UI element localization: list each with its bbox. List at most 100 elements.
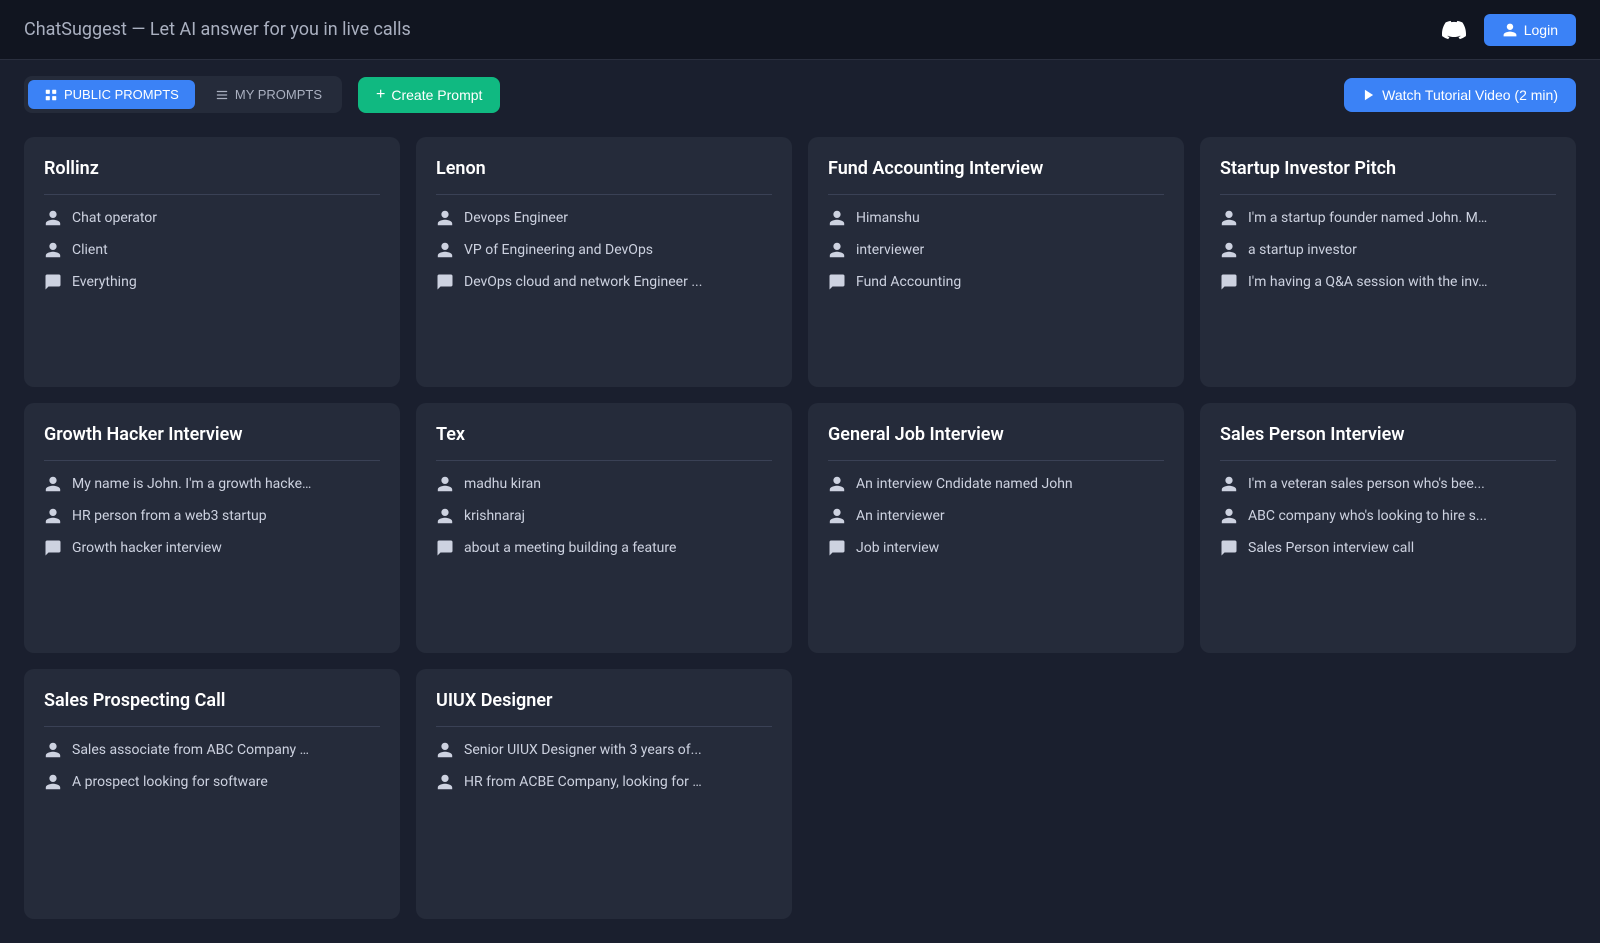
card-row-text: Client [72,241,108,261]
person-icon [436,209,454,231]
chat-icon [828,539,846,561]
card-row: HR from ACBE Company, looking for hi... [436,773,772,795]
card-row: Senior UIUX Designer with 3 years of... [436,741,772,763]
card-row: about a meeting building a feature [436,539,772,561]
card-row: Client [44,241,380,263]
tab-group: PUBLIC PROMPTS MY PROMPTS [24,76,342,113]
person-icon [44,241,62,263]
card-row-text: Fund Accounting [856,273,961,293]
card-row-text: Himanshu [856,209,920,229]
card-row-text: Job interview [856,539,939,559]
chat-icon [828,273,846,295]
person-icon [44,209,62,231]
card-row: ABC company who's looking to hire s... [1220,507,1556,529]
card-row-text: HR from ACBE Company, looking for hi... [464,773,704,793]
prompt-card[interactable]: Sales Prospecting CallSales associate fr… [24,669,400,919]
chat-icon [1220,273,1238,295]
card-row: Sales associate from ABC Company t... [44,741,380,763]
card-row: interviewer [828,241,1164,263]
chat-icon [44,273,62,295]
person-icon [44,475,62,497]
card-row-text: Sales Person interview call [1248,539,1414,559]
card-row-text: Growth hacker interview [72,539,222,559]
prompt-card[interactable]: Fund Accounting Interview Himanshu intervi… [808,137,1184,387]
card-title: Sales Person Interview [1220,423,1556,446]
chat-icon [436,273,454,295]
watch-label: Watch Tutorial Video (2 min) [1382,87,1558,103]
prompt-card[interactable]: Startup Investor Pitch I'm a startup foun… [1200,137,1576,387]
logo-text: ChatSuggest [24,19,127,40]
chat-icon [436,539,454,561]
prompt-card[interactable]: LenonDevops EngineerVP of Engineering an… [416,137,792,387]
tab-public-prompts[interactable]: PUBLIC PROMPTS [28,80,195,109]
logo-tagline: — Let AI answer for you in live calls [131,19,410,40]
card-divider [1220,194,1556,195]
person-icon [436,741,454,763]
person-icon [44,507,62,529]
watch-tutorial-button[interactable]: Watch Tutorial Video (2 min) [1344,78,1576,112]
tab-my-label: MY PROMPTS [235,87,322,102]
person-icon [828,507,846,529]
prompt-card[interactable]: Growth Hacker InterviewMy name is John. … [24,403,400,653]
card-divider [436,194,772,195]
tab-public-label: PUBLIC PROMPTS [64,87,179,102]
tab-my-prompts[interactable]: MY PROMPTS [199,80,338,109]
card-row: Growth hacker interview [44,539,380,561]
card-row-text: about a meeting building a feature [464,539,676,559]
card-row-text: ABC company who's looking to hire s... [1248,507,1487,527]
cards-grid: Rollinz Chat operator Client Everything Leno… [0,129,1600,943]
card-divider [44,194,380,195]
card-row: krishnaraj [436,507,772,529]
card-row-text: Devops Engineer [464,209,568,229]
header: ChatSuggest — Let AI answer for you in l… [0,0,1600,60]
login-button[interactable]: Login [1484,14,1576,46]
prompt-card[interactable]: General Job InterviewAn interview Cndida… [808,403,1184,653]
prompt-card[interactable]: Texmadhu kirankrishnarajabout a meeting … [416,403,792,653]
card-title: Startup Investor Pitch [1220,157,1556,180]
prompt-card[interactable]: Rollinz Chat operator Client Everything [24,137,400,387]
prompt-card[interactable]: Sales Person Interview I'm a veteran sale… [1200,403,1576,653]
card-title: UIUX Designer [436,689,772,712]
card-row-text: VP of Engineering and DevOps [464,241,653,261]
login-label: Login [1524,22,1558,38]
card-title: Rollinz [44,157,380,180]
card-divider [436,726,772,727]
card-row: I'm a startup founder named John. M... [1220,209,1556,231]
card-row-text: My name is John. I'm a growth hacke... [72,475,312,495]
card-row: Everything [44,273,380,295]
card-title: Fund Accounting Interview [828,157,1164,180]
card-title: General Job Interview [828,423,1164,446]
card-row: An interviewer [828,507,1164,529]
prompt-card[interactable]: UIUX Designer Senior UIUX Designer with 3… [416,669,792,919]
card-row-text: DevOps cloud and network Engineer ... [464,273,702,293]
header-right: Login [1436,12,1576,48]
card-row-text: Everything [72,273,137,293]
card-row: I'm a veteran sales person who's bee... [1220,475,1556,497]
card-row-text: Chat operator [72,209,157,229]
card-row: HR person from a web3 startup [44,507,380,529]
card-row: Sales Person interview call [1220,539,1556,561]
card-row-text: I'm having a Q&A session with the inv... [1248,273,1488,293]
person-icon [828,475,846,497]
person-icon [1220,209,1238,231]
person-icon [1220,475,1238,497]
card-divider [828,460,1164,461]
person-icon [436,475,454,497]
card-row: a startup investor [1220,241,1556,263]
card-row-text: I'm a veteran sales person who's bee... [1248,475,1485,495]
person-icon [828,209,846,231]
card-divider [44,460,380,461]
person-icon [436,241,454,263]
person-icon [436,773,454,795]
card-row-text: a startup investor [1248,241,1357,261]
card-row: VP of Engineering and DevOps [436,241,772,263]
card-divider [828,194,1164,195]
discord-icon[interactable] [1436,12,1472,48]
create-prompt-button[interactable]: + Create Prompt [358,77,500,113]
chat-icon [44,539,62,561]
card-row: DevOps cloud and network Engineer ... [436,273,772,295]
card-row: madhu kiran [436,475,772,497]
card-row-text: A prospect looking for software [72,773,268,793]
card-divider [436,460,772,461]
logo: ChatSuggest — Let AI answer for you in l… [24,19,411,40]
